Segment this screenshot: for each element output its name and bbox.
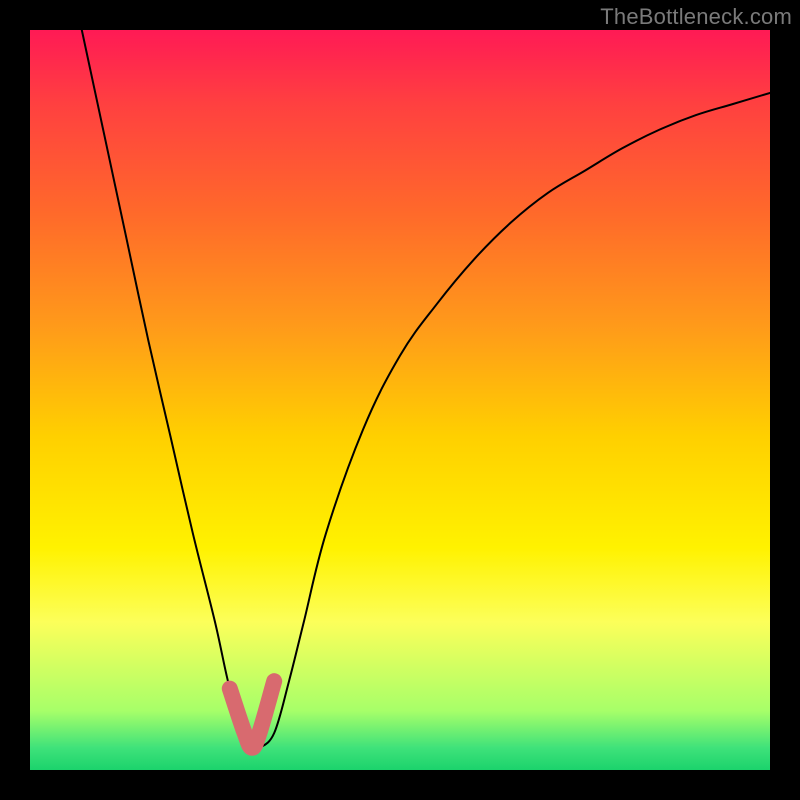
chart-svg xyxy=(30,30,770,770)
chart-plot-area xyxy=(30,30,770,770)
watermark-text: TheBottleneck.com xyxy=(600,4,792,30)
curve-highlight xyxy=(230,681,274,748)
curve-line xyxy=(82,30,770,750)
